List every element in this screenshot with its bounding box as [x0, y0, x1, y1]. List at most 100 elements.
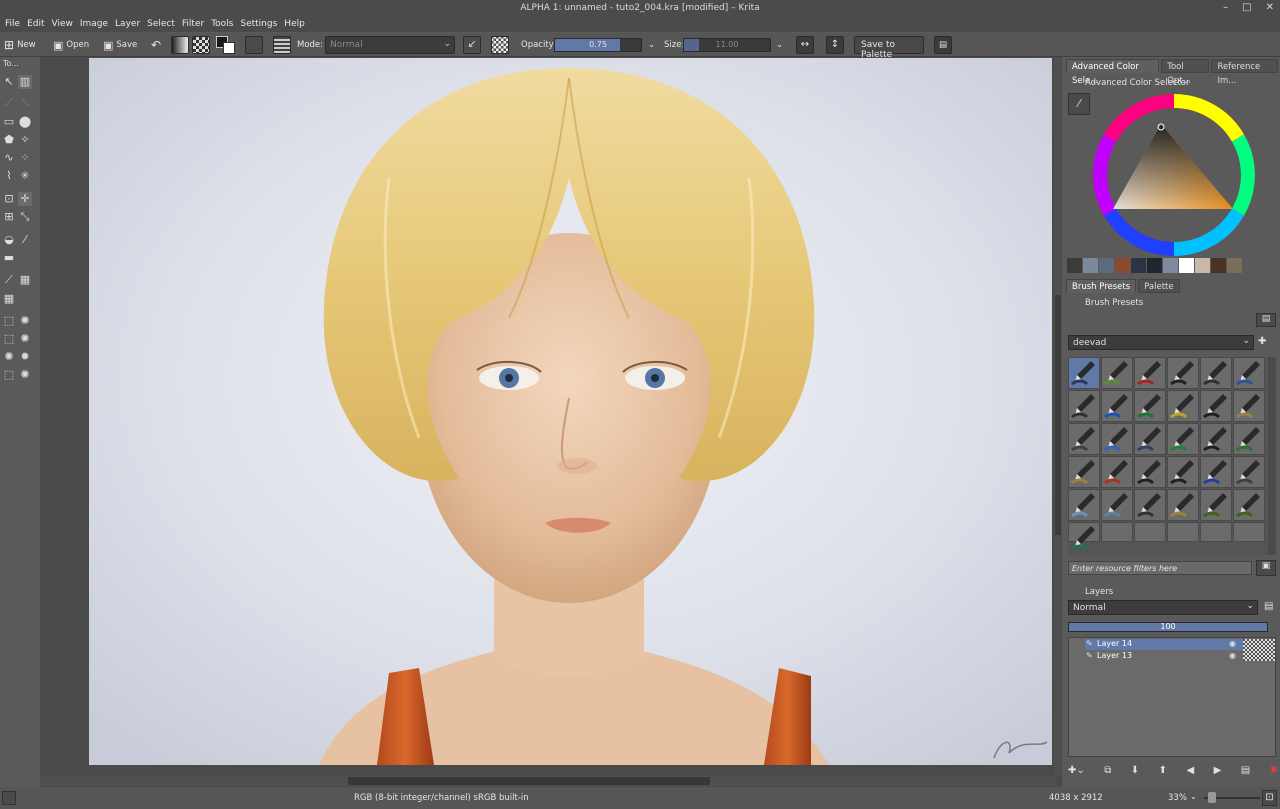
opacity-slider[interactable]: 0.75	[554, 38, 642, 52]
tab-tool-options[interactable]: Tool Opt...	[1161, 59, 1210, 86]
add-layer-icon[interactable]: ✚⌄	[1068, 765, 1085, 781]
gradient-picker[interactable]	[171, 36, 189, 54]
color-swatch[interactable]	[1147, 258, 1162, 273]
brush-preset-icon[interactable]	[1068, 522, 1100, 551]
horizontal-scroll-thumb[interactable]	[348, 777, 710, 785]
menu-file[interactable]: File	[5, 19, 20, 29]
open-button[interactable]: ▣ Open	[53, 36, 89, 54]
preset-view-icon[interactable]: ▤	[1256, 313, 1276, 327]
workspace-button[interactable]: ▤	[934, 36, 952, 54]
delete-layer-icon[interactable]: ✖	[1270, 765, 1278, 781]
menu-tools[interactable]: Tools	[211, 19, 233, 29]
reload-preset-button[interactable]: ↙	[463, 36, 481, 54]
calligraphy-icon[interactable]: ⟍	[18, 96, 32, 110]
color-swatch[interactable]	[1211, 258, 1226, 273]
brush-preset-icon[interactable]	[1068, 423, 1100, 455]
arrow-right-icon[interactable]: ▶	[1214, 765, 1222, 781]
preset-scrollbar[interactable]	[1268, 357, 1276, 555]
brush-tag-select[interactable]: deevad ⌄	[1068, 335, 1254, 350]
layer-blend-select[interactable]: Normal ⌄	[1068, 600, 1258, 615]
fit-view-icon[interactable]: ⊡	[1262, 790, 1277, 806]
similar-select-icon[interactable]: ✹	[18, 350, 32, 364]
color-swatch[interactable]	[1099, 258, 1114, 273]
crop-tool-icon[interactable]: ⊡	[2, 192, 16, 206]
menu-image[interactable]: Image	[80, 19, 108, 29]
close-button[interactable]: ✕	[1266, 0, 1274, 16]
duplicate-layer-icon[interactable]: ⧉	[1104, 765, 1111, 781]
brush-preset-icon[interactable]	[1233, 357, 1265, 389]
rect-select-icon[interactable]: ⬚	[2, 314, 16, 328]
ellipse-select-icon[interactable]: ✺	[18, 314, 32, 328]
brush-preset-icon[interactable]	[1167, 357, 1199, 389]
brush-preset-icon[interactable]	[1200, 489, 1232, 521]
gradient-tool-icon[interactable]: ⤡	[18, 210, 32, 224]
polygon-select-icon[interactable]: ⬚	[2, 332, 16, 346]
freehand-path-icon[interactable]: ⁘	[18, 151, 32, 165]
color-picker-tool-icon[interactable]: ⁄	[18, 233, 32, 247]
measure-tool-icon[interactable]: ⟋	[2, 273, 16, 287]
brush-preset-icon[interactable]	[1101, 357, 1133, 389]
menu-settings[interactable]: Settings	[240, 19, 277, 29]
color-swatch[interactable]	[1067, 258, 1082, 273]
move-up-icon[interactable]: ⬆	[1159, 765, 1167, 781]
transform-tool-icon[interactable]: ⊞	[2, 210, 16, 224]
brush-preset-icon[interactable]	[1167, 456, 1199, 488]
menu-filter[interactable]: Filter	[182, 19, 204, 29]
maximize-button[interactable]: □	[1242, 0, 1251, 16]
alpha-lock-button[interactable]	[491, 36, 509, 54]
brush-preset-icon[interactable]	[1233, 423, 1265, 455]
brush-settings-button[interactable]	[273, 36, 291, 54]
tab-brush-presets[interactable]: Brush Presets	[1066, 279, 1137, 293]
mirror-horizontal-button[interactable]: ↔	[796, 36, 814, 54]
brush-preset-icon[interactable]	[1134, 423, 1166, 455]
dynamic-brush-icon[interactable]: ⌇	[2, 169, 16, 183]
rectangle-tool-icon[interactable]: ▭	[2, 115, 16, 129]
move-tool-icon[interactable]: ✛	[18, 192, 32, 206]
color-swatch[interactable]	[1115, 258, 1130, 273]
visibility-icon[interactable]: ◉	[1229, 651, 1236, 660]
visibility-icon[interactable]: ◉	[1229, 639, 1236, 648]
canvas-painting[interactable]	[89, 58, 1052, 765]
resource-filter-input[interactable]: Enter resource filters here	[1068, 561, 1252, 575]
bezier-tool-icon[interactable]: ∿	[2, 151, 16, 165]
color-swatch[interactable]	[1131, 258, 1146, 273]
polygon-tool-icon[interactable]: ⬟	[2, 133, 16, 147]
menu-select[interactable]: Select	[147, 19, 175, 29]
layer-properties-icon[interactable]: ▤	[1241, 765, 1250, 781]
menu-layer[interactable]: Layer	[115, 19, 140, 29]
brush-preset-icon[interactable]	[1134, 390, 1166, 422]
layer-name[interactable]: Layer 14	[1097, 639, 1132, 648]
add-tag-icon[interactable]: ✚	[1258, 336, 1266, 347]
grid-tool-icon[interactable]: ▦	[2, 292, 16, 306]
vertical-scroll-thumb[interactable]	[1055, 295, 1061, 535]
save-to-palette-button[interactable]: Save to Palette	[854, 36, 924, 60]
layer-opacity-slider[interactable]: 100	[1068, 622, 1268, 632]
opacity-menu[interactable]: ⌄	[648, 36, 655, 54]
chevron-down-icon[interactable]: ⌄	[1190, 792, 1197, 801]
bezier-select-icon[interactable]: ⬚	[2, 368, 16, 382]
text-tool-icon[interactable]: ▥	[18, 75, 32, 89]
fill-tool-icon[interactable]: ◒	[2, 233, 16, 247]
layer-name[interactable]: Layer 13	[1097, 651, 1132, 660]
menu-view[interactable]: View	[52, 19, 73, 29]
edit-shapes-icon[interactable]: ⟋	[2, 96, 16, 110]
select-shapes-tool-icon[interactable]: ↖	[2, 75, 16, 89]
ruler-assistant-icon[interactable]: ▦	[18, 273, 32, 287]
color-swatch[interactable]	[1227, 258, 1242, 273]
brush-preset-icon[interactable]	[1101, 390, 1133, 422]
smart-patch-icon[interactable]: ▬	[2, 251, 16, 265]
brush-preset-icon[interactable]	[1134, 489, 1166, 521]
contiguous-select-icon[interactable]: ✺	[2, 350, 16, 364]
brush-preset-icon[interactable]	[1200, 423, 1232, 455]
brush-preset-icon[interactable]	[1200, 357, 1232, 389]
color-swatch[interactable]	[1163, 258, 1178, 273]
multibrush-icon[interactable]: ✳	[18, 169, 32, 183]
brush-preset-icon[interactable]	[1134, 456, 1166, 488]
tab-palette[interactable]: Palette	[1138, 279, 1180, 293]
layer-properties-icon[interactable]: ▤	[1264, 601, 1273, 612]
brush-preset-icon[interactable]	[1101, 456, 1133, 488]
brush-preset-icon[interactable]	[1200, 456, 1232, 488]
pattern-picker[interactable]	[192, 36, 210, 54]
color-swatch[interactable]	[1179, 258, 1194, 273]
brush-preset-icon[interactable]	[1233, 456, 1265, 488]
